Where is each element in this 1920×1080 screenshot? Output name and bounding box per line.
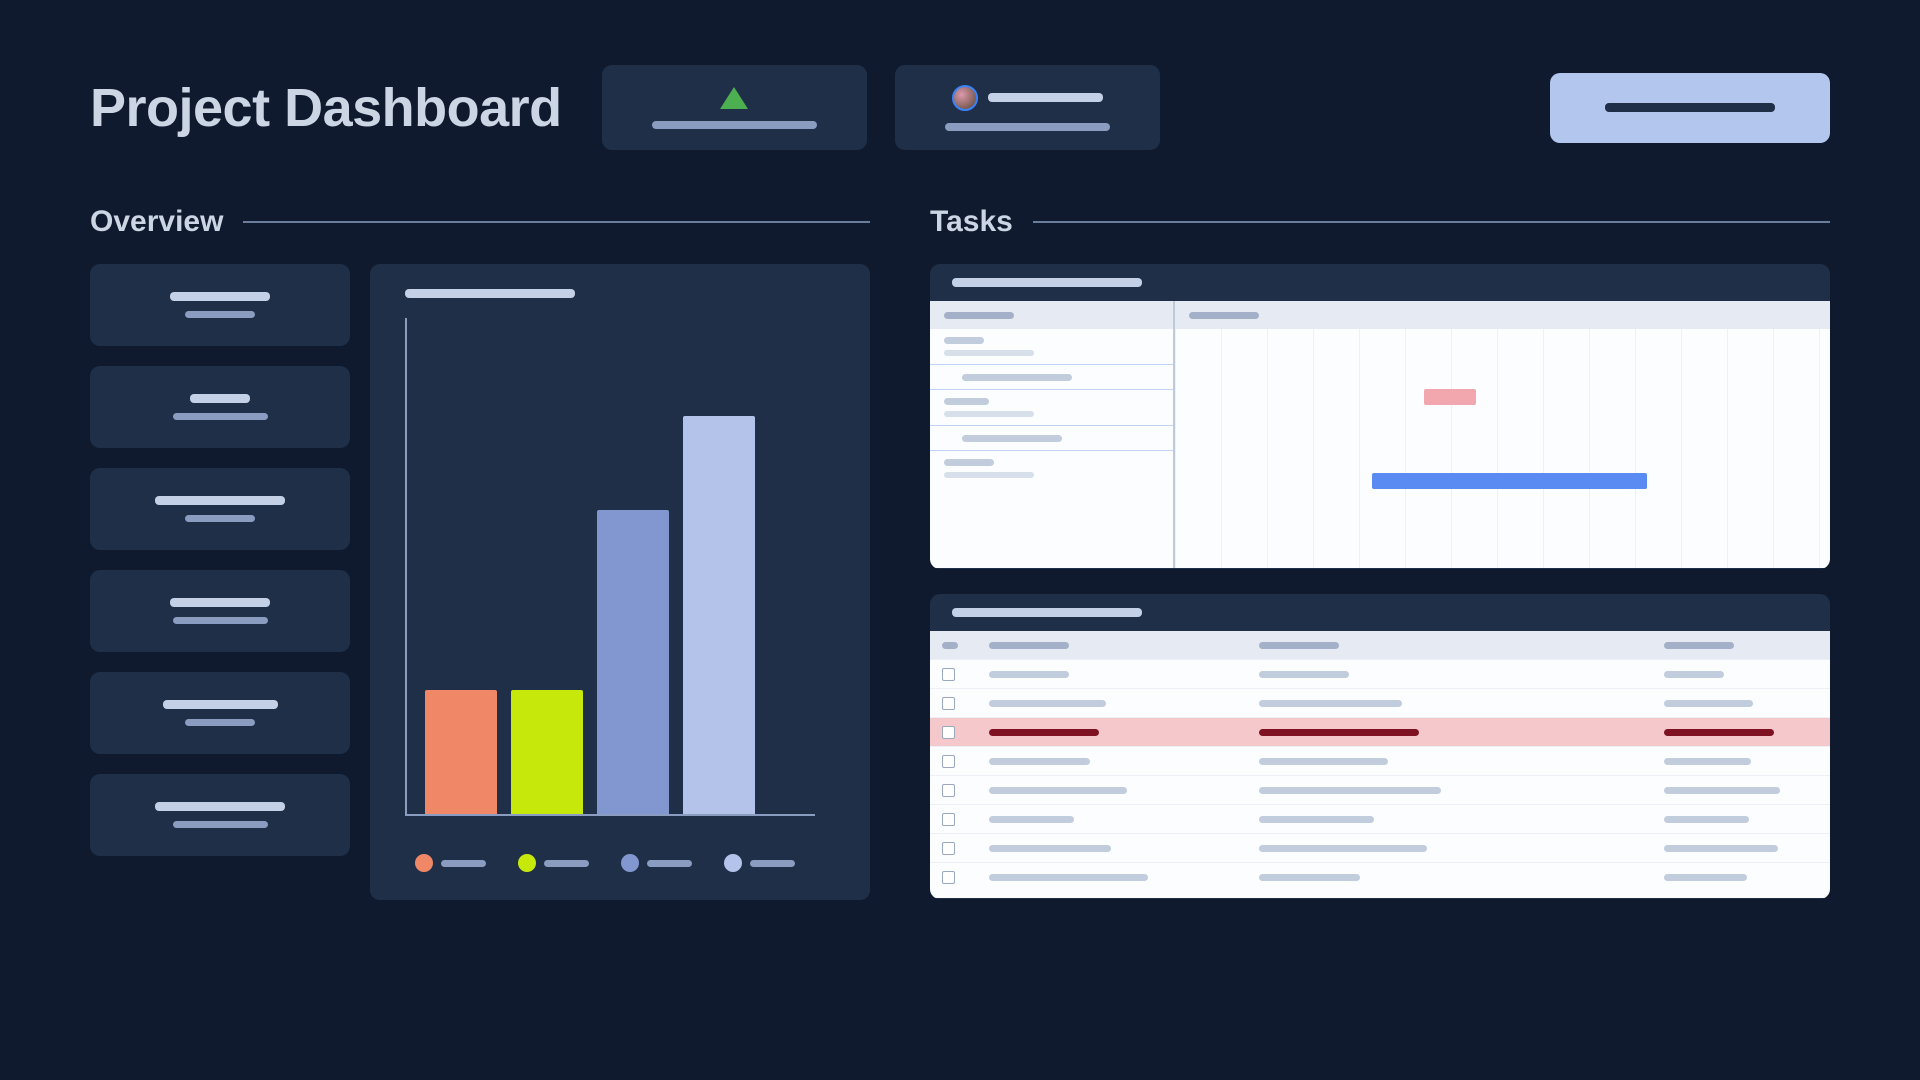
legend-item[interactable] [724, 854, 795, 872]
gantt-row[interactable] [930, 425, 1173, 451]
divider [1033, 221, 1830, 223]
stat-card[interactable] [90, 570, 350, 652]
legend-item[interactable] [415, 854, 486, 872]
row-checkbox[interactable] [942, 755, 955, 768]
chart-card [370, 264, 870, 900]
user-card[interactable] [895, 65, 1160, 150]
row-checkbox[interactable] [942, 784, 955, 797]
page-title: Project Dashboard [90, 77, 562, 139]
stat-card[interactable] [90, 468, 350, 550]
gantt-row[interactable] [930, 364, 1173, 390]
table-header [930, 631, 1830, 659]
row-checkbox[interactable] [942, 842, 955, 855]
row-checkbox[interactable] [942, 726, 955, 739]
table-row[interactable] [930, 804, 1830, 833]
stat-card[interactable] [90, 672, 350, 754]
divider [243, 221, 870, 223]
overview-section-title: Overview [90, 205, 223, 239]
status-card[interactable] [602, 65, 867, 150]
chart-bar [425, 690, 497, 815]
tasks-section-title: Tasks [930, 205, 1013, 239]
table-row[interactable] [930, 717, 1830, 746]
table-row[interactable] [930, 688, 1830, 717]
chart-bar [597, 510, 669, 814]
gantt-bar[interactable] [1372, 473, 1647, 489]
row-checkbox[interactable] [942, 697, 955, 710]
stat-card[interactable] [90, 774, 350, 856]
bar-chart [405, 318, 835, 816]
stat-card[interactable] [90, 366, 350, 448]
row-checkbox[interactable] [942, 871, 955, 884]
legend-item[interactable] [621, 854, 692, 872]
table-row[interactable] [930, 862, 1830, 891]
stat-card[interactable] [90, 264, 350, 346]
primary-action-button[interactable] [1550, 73, 1830, 143]
table-row[interactable] [930, 659, 1830, 688]
gantt-bar[interactable] [1424, 389, 1476, 405]
row-checkbox[interactable] [942, 668, 955, 681]
chart-bar [511, 690, 583, 815]
gantt-panel [930, 264, 1830, 569]
trend-up-icon [720, 87, 748, 109]
legend-item[interactable] [518, 854, 589, 872]
table-row[interactable] [930, 775, 1830, 804]
avatar-icon [952, 85, 978, 111]
task-table-panel [930, 594, 1830, 899]
table-row[interactable] [930, 833, 1830, 862]
row-checkbox[interactable] [942, 813, 955, 826]
chart-bar [683, 416, 755, 814]
table-row[interactable] [930, 746, 1830, 775]
